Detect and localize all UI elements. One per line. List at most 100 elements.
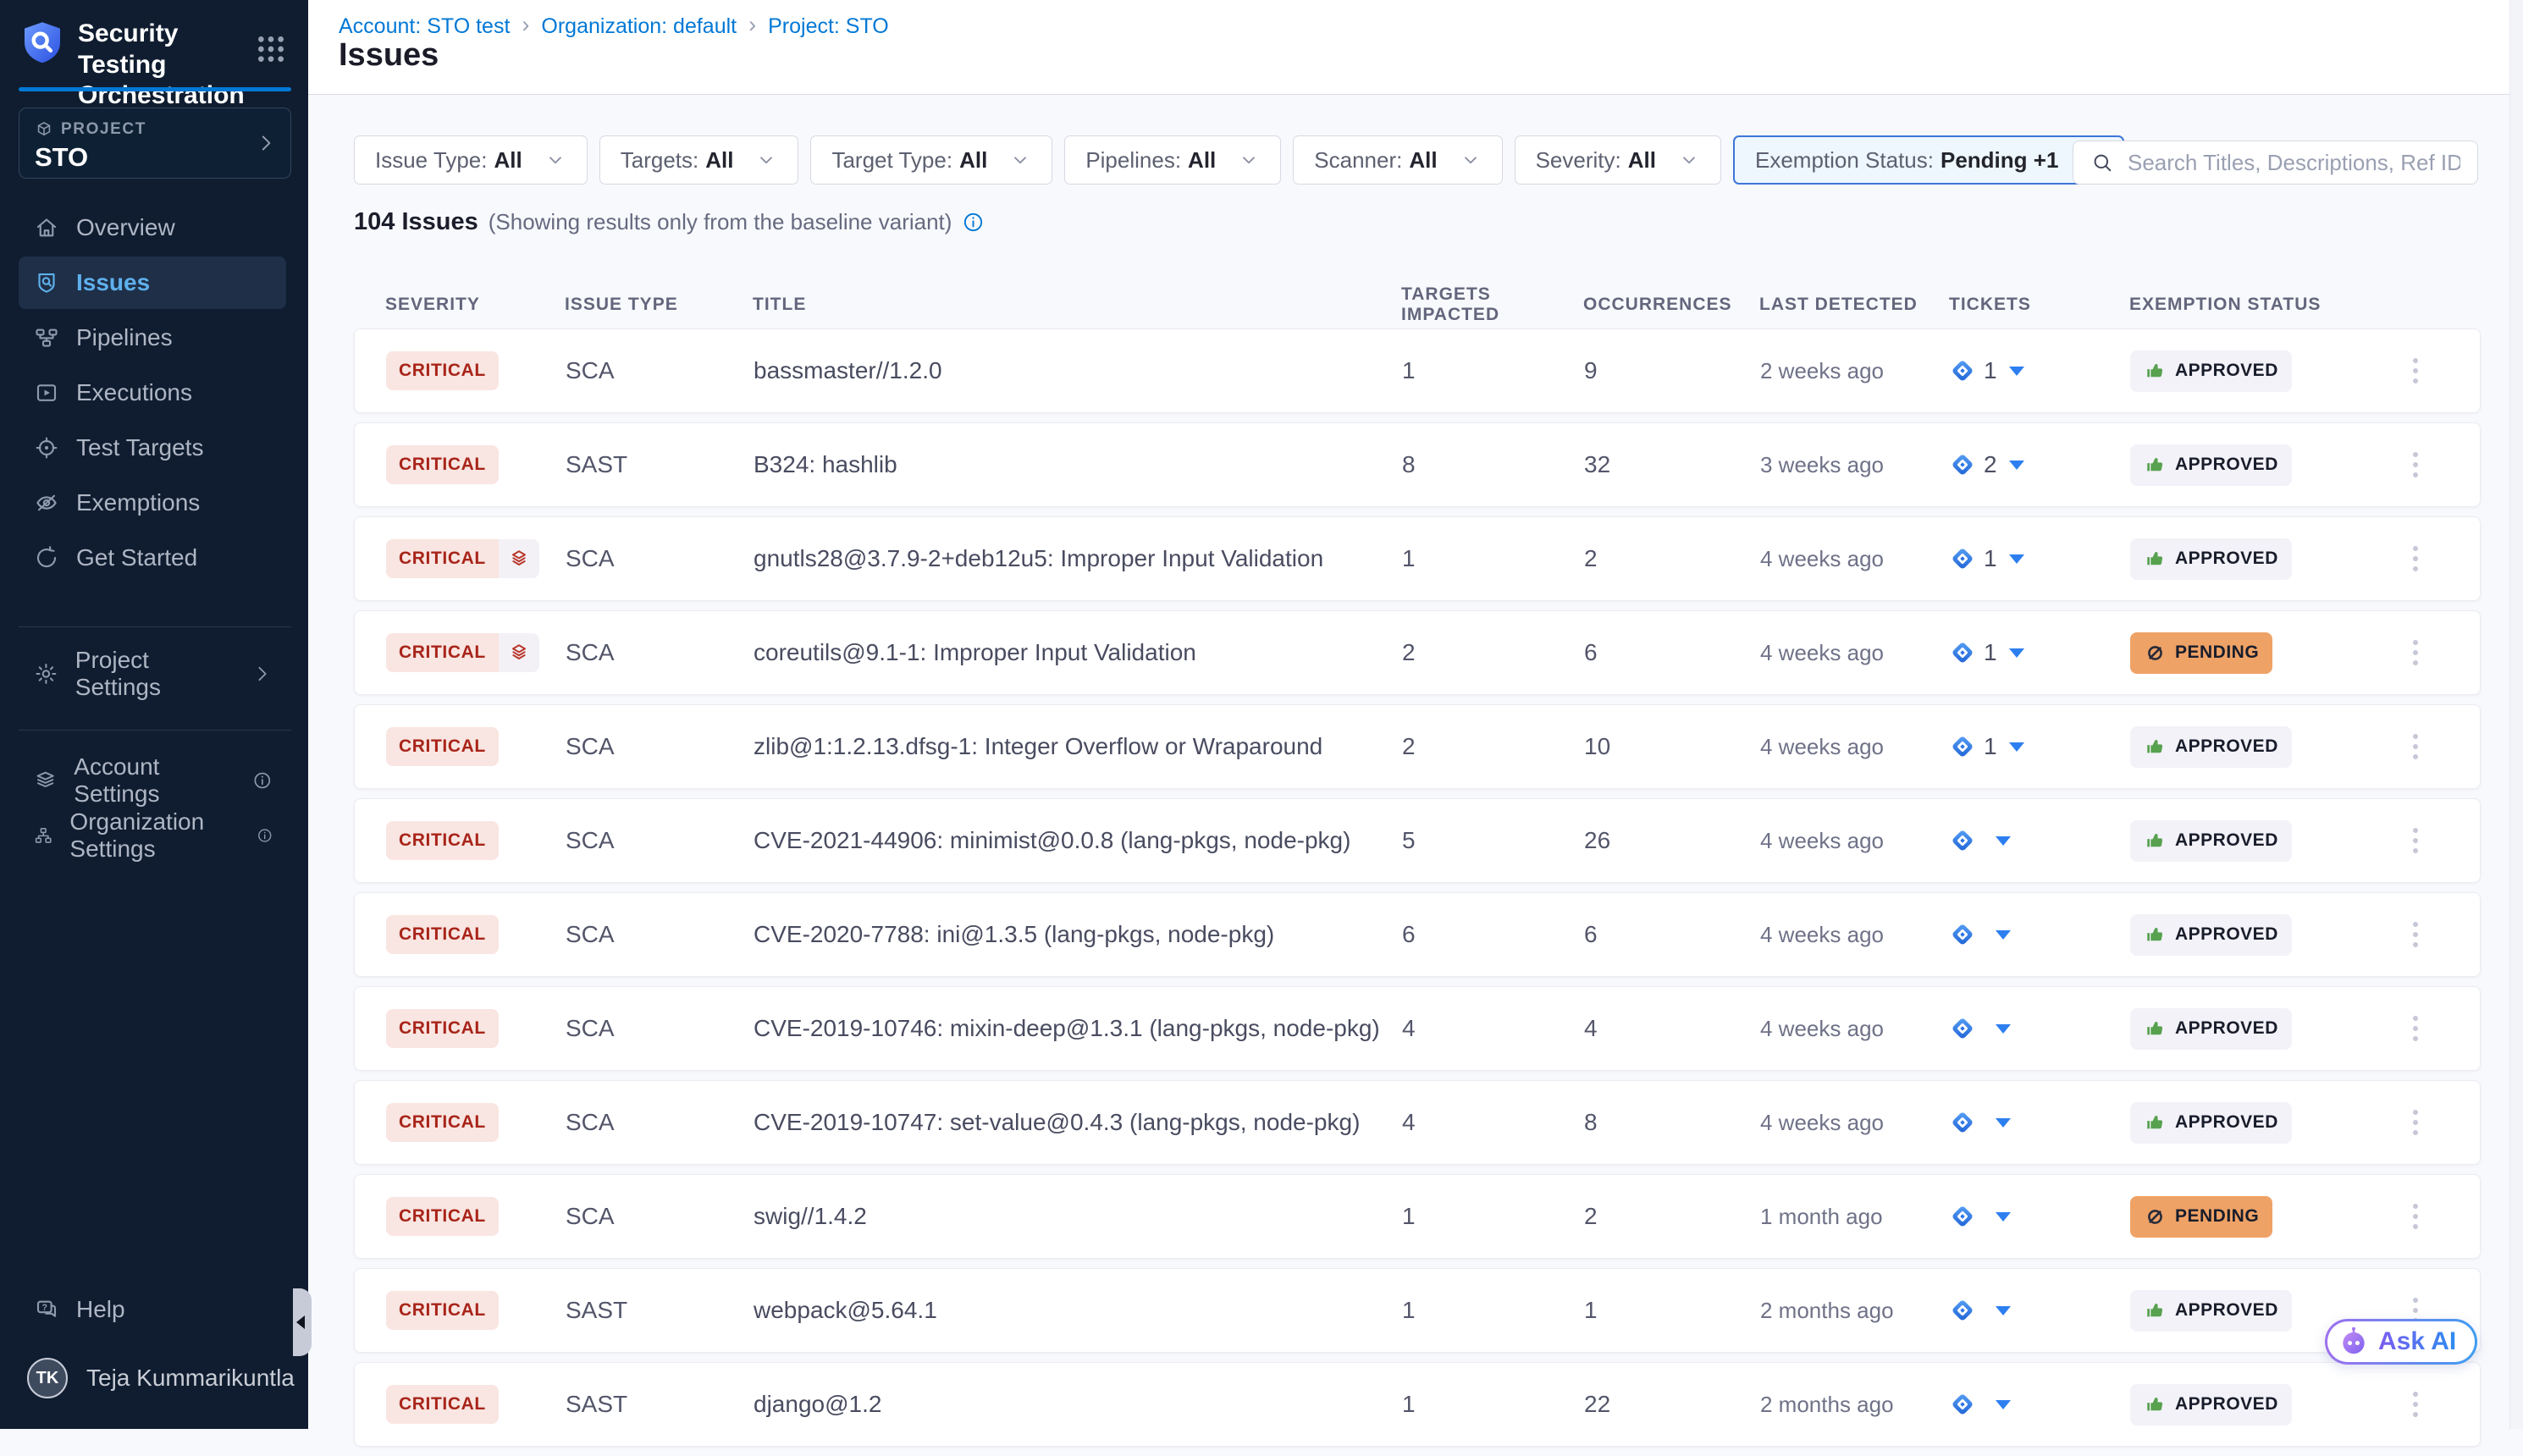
targets-impacted-cell: 4 (1402, 1015, 1584, 1042)
sidebar-item-overview[interactable]: Overview (19, 201, 286, 254)
sidebar-nav: Overview Issues Pipelines Executions Tes… (0, 199, 308, 586)
ticket-dropdown[interactable] (1950, 1298, 2130, 1323)
filter-target-type[interactable]: Target Type: All (810, 135, 1052, 185)
issue-row[interactable]: CRITICAL SCA swig//1.4.2 1 2 1 month ago (354, 1174, 2481, 1259)
issue-row[interactable]: CRITICAL SCA coreutils@9.1-1: Improper I… (354, 610, 2481, 695)
status-label: APPROVED (2175, 361, 2278, 381)
org-icon (34, 823, 52, 848)
sidebar-nav-tertiary: Account Settings Organization Settings (0, 752, 308, 863)
scrollbar-track[interactable] (2509, 0, 2523, 1429)
issue-type-cell: SCA (566, 545, 754, 572)
severity-cell: CRITICAL (386, 1385, 566, 1424)
ask-ai-button[interactable]: Ask AI (2325, 1319, 2477, 1365)
row-menu-button[interactable] (2399, 347, 2432, 394)
issue-row[interactable]: CRITICAL SAST django@1.2 1 22 2 months a… (354, 1362, 2481, 1447)
issue-row[interactable]: CRITICAL SCA zlib@1:1.2.13.dfsg-1: Integ… (354, 704, 2481, 789)
info-icon[interactable] (252, 769, 273, 791)
row-menu-button[interactable] (2399, 1099, 2432, 1146)
sidebar-item-executions[interactable]: Executions (19, 367, 286, 419)
sidebar-item-pipelines[interactable]: Pipelines (19, 312, 286, 364)
row-menu-button[interactable] (2399, 911, 2432, 958)
ticket-dropdown[interactable]: 1 (1950, 545, 2130, 572)
project-name: STO (35, 142, 275, 173)
issue-row[interactable]: CRITICAL SAST B324: hashlib 8 32 3 weeks… (354, 422, 2481, 507)
row-menu-button[interactable] (2399, 1005, 2432, 1052)
issue-row[interactable]: CRITICAL SCA gnutls28@3.7.9-2+deb12u5: I… (354, 516, 2481, 601)
row-menu-button[interactable] (2399, 817, 2432, 864)
ticket-dropdown[interactable] (1950, 1110, 2130, 1135)
info-icon[interactable] (257, 825, 273, 847)
breadcrumb-link[interactable]: Project: STO (768, 14, 889, 39)
sidebar-item-account-settings[interactable]: Account Settings (19, 754, 286, 807)
issue-type-cell: SAST (566, 451, 754, 478)
last-detected-cell: 2 months ago (1760, 1298, 1950, 1324)
info-icon[interactable] (962, 211, 985, 234)
status-label: APPROVED (2175, 1112, 2278, 1133)
issue-row[interactable]: CRITICAL SCA CVE-2021-44906: minimist@0.… (354, 798, 2481, 883)
caret-down-icon (1996, 1118, 2011, 1128)
filter-severity[interactable]: Severity: All (1515, 135, 1721, 185)
help-button[interactable]: ? Help (19, 1283, 291, 1336)
ticket-dropdown[interactable]: 1 (1950, 357, 2130, 384)
sidebar-item-get-started[interactable]: Get Started (19, 532, 286, 584)
filter-issue-type[interactable]: Issue Type: All (354, 135, 588, 185)
status-label: APPROVED (2175, 549, 2278, 569)
filter-value: All (494, 147, 522, 174)
ticket-count: 1 (1984, 639, 1997, 666)
jira-ticket-icon (1950, 1204, 1975, 1229)
ticket-dropdown[interactable] (1950, 1204, 2130, 1229)
filter-value: All (705, 147, 733, 174)
issue-row[interactable]: CRITICAL SCA CVE-2019-10747: set-value@0… (354, 1080, 2481, 1165)
breadcrumb-link[interactable]: Organization: default (541, 14, 737, 39)
filter-targets[interactable]: Targets: All (599, 135, 799, 185)
search-input[interactable] (2128, 150, 2460, 176)
user-menu[interactable]: TK Teja Kummarikuntla (0, 1358, 308, 1398)
occurrences-cell: 22 (1584, 1391, 1760, 1418)
app-switcher-grid-icon[interactable] (254, 32, 288, 66)
last-detected-cell: 4 weeks ago (1760, 640, 1950, 666)
chevron-down-icon (755, 149, 777, 171)
filter-pipelines[interactable]: Pipelines: All (1064, 135, 1281, 185)
severity-badge: CRITICAL (386, 1291, 499, 1330)
ticket-dropdown[interactable] (1950, 1016, 2130, 1041)
issue-row[interactable]: CRITICAL SCA CVE-2020-7788: ini@1.3.5 (l… (354, 892, 2481, 977)
ticket-dropdown[interactable]: 1 (1950, 733, 2130, 760)
sidebar-item-project-settings[interactable]: Project Settings (19, 648, 286, 700)
sidebar-item-issues[interactable]: Issues (19, 256, 286, 309)
issue-title-cell: B324: hashlib (754, 451, 1402, 478)
ticket-dropdown[interactable] (1950, 922, 2130, 947)
ticket-dropdown[interactable] (1950, 828, 2130, 853)
sidebar-item-exemptions[interactable]: Exemptions (19, 477, 286, 529)
jira-ticket-icon (1950, 1298, 1975, 1323)
row-menu-button[interactable] (2399, 1193, 2432, 1240)
issue-row[interactable]: CRITICAL SAST webpack@5.64.1 1 1 2 month… (354, 1268, 2481, 1353)
severity-badge: CRITICAL (386, 539, 499, 578)
caret-down-icon (2009, 367, 2024, 376)
row-menu-button[interactable] (2399, 441, 2432, 488)
ticket-count: 1 (1984, 733, 1997, 760)
issue-row[interactable]: CRITICAL SCA bassmaster//1.2.0 1 9 2 wee… (354, 328, 2481, 413)
row-menu-button[interactable] (2399, 629, 2432, 676)
filter-scanner[interactable]: Scanner: All (1293, 135, 1502, 185)
ticket-dropdown[interactable]: 2 (1950, 451, 2130, 478)
table-header-row: SEVERITYISSUE TYPETITLETARGETS IMPACTEDO… (354, 284, 2481, 325)
row-menu-button[interactable] (2399, 1381, 2432, 1428)
app-logo-shield-search-icon (19, 19, 66, 66)
sidebar-item-organization-settings[interactable]: Organization Settings (19, 809, 286, 862)
ticket-dropdown[interactable]: 1 (1950, 639, 2130, 666)
sidebar-item-test-targets[interactable]: Test Targets (19, 422, 286, 474)
issue-title-cell: CVE-2020-7788: ini@1.3.5 (lang-pkgs, nod… (754, 921, 1402, 948)
breadcrumb-link[interactable]: Account: STO test (339, 14, 510, 39)
column-header: EXEMPTION STATUS (2129, 295, 2398, 315)
filter-exemption-status[interactable]: Exemption Status: Pending +1 (1733, 135, 2124, 185)
project-selector[interactable]: PROJECT STO (19, 108, 291, 179)
issue-row[interactable]: CRITICAL SCA CVE-2019-10746: mixin-deep@… (354, 986, 2481, 1071)
exemption-status-cell: APPROVED (2130, 1102, 2399, 1144)
layers-icon (507, 547, 531, 571)
row-menu-button[interactable] (2399, 723, 2432, 770)
issue-type-cell: SCA (566, 639, 754, 666)
issue-type-cell: SCA (566, 1015, 754, 1042)
row-menu-button[interactable] (2399, 535, 2432, 582)
pipelines-icon (34, 325, 59, 350)
ticket-dropdown[interactable] (1950, 1392, 2130, 1417)
